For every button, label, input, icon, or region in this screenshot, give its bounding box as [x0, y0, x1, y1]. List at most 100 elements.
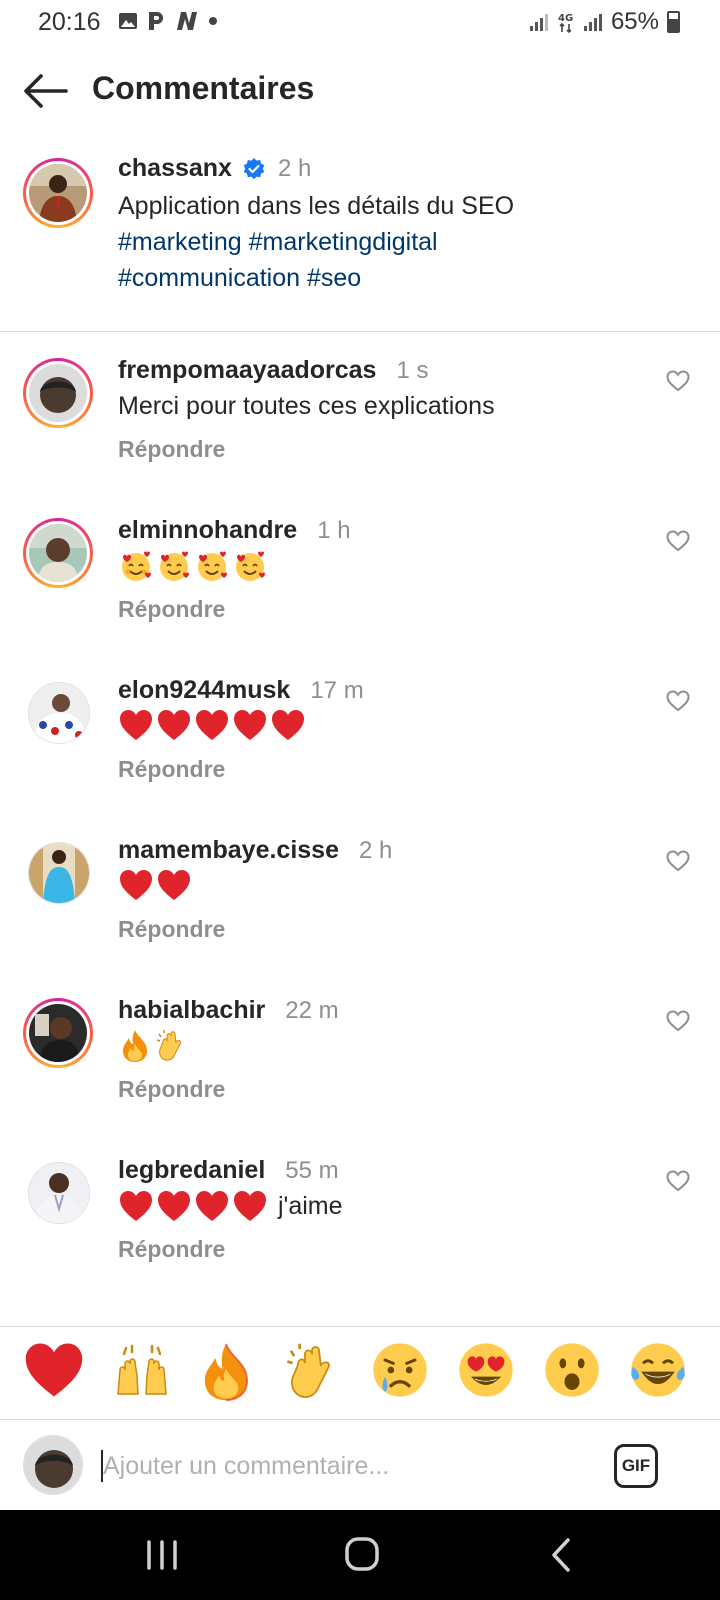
page-title: Commentaires	[92, 70, 315, 106]
red-heart-icon	[25, 1343, 83, 1397]
open-mouth-icon	[545, 1343, 599, 1397]
heart-outline-icon	[666, 850, 690, 872]
comment-item: legbredaniel 55 m j'aime Répondre	[0, 1136, 720, 1296]
smiling-face-with-hearts-icon	[122, 551, 151, 581]
emoji-group	[118, 1028, 188, 1064]
caption-username[interactable]: chassanx	[118, 154, 232, 183]
signal-icon	[529, 14, 548, 31]
comment-avatar[interactable]	[23, 518, 93, 588]
red-heart-icon	[196, 1191, 228, 1221]
smiling-face-with-hearts-icon	[160, 551, 189, 581]
4g-icon: 4G	[558, 13, 573, 33]
verified-badge-icon	[243, 157, 265, 179]
crying-face-icon	[373, 1343, 427, 1397]
p-app-icon	[149, 12, 163, 30]
emoji-clapping-hands-button[interactable]	[282, 1340, 346, 1404]
avatar-photo	[29, 164, 87, 222]
comment-time: 1 s	[396, 357, 429, 384]
arrow-left-icon	[24, 74, 68, 108]
comment-avatar[interactable]	[28, 1162, 90, 1224]
reply-button[interactable]: Répondre	[118, 436, 225, 463]
comment-avatar[interactable]	[23, 358, 93, 428]
chevron-left-icon	[552, 1538, 570, 1572]
reply-button[interactable]: Répondre	[118, 756, 225, 783]
emoji-raising-hands-button[interactable]	[110, 1340, 174, 1404]
comment-input[interactable]	[103, 1444, 583, 1488]
like-button[interactable]	[666, 1170, 692, 1194]
n-app-icon	[177, 12, 197, 30]
caption-text: Application dans les détails du SEO	[118, 192, 515, 220]
back-button[interactable]	[22, 72, 68, 110]
comment-time: 2 h	[358, 837, 393, 864]
comment-avatar[interactable]	[23, 998, 93, 1068]
home-button[interactable]	[332, 1530, 392, 1580]
gallery-icon	[119, 13, 137, 29]
emoji-tears-of-joy-button[interactable]	[628, 1340, 692, 1404]
like-button[interactable]	[666, 530, 692, 554]
comment-username[interactable]: habialbachir	[118, 996, 265, 1024]
comment-avatar[interactable]	[28, 682, 90, 744]
red-heart-icon	[234, 710, 266, 740]
home-icon	[345, 1537, 379, 1571]
header: Commentaires	[0, 60, 720, 122]
red-heart-icon	[196, 710, 228, 740]
comment-avatar[interactable]	[28, 842, 90, 904]
caption-avatar[interactable]	[23, 158, 93, 228]
red-heart-icon	[158, 710, 190, 740]
smiling-face-with-hearts-icon	[236, 551, 265, 581]
emoji-open-mouth-button[interactable]	[542, 1340, 606, 1404]
like-button[interactable]	[666, 1010, 692, 1034]
comment-text: j'aime	[278, 1192, 343, 1220]
emoji-group	[118, 708, 306, 742]
avatar-photo	[29, 364, 87, 422]
comment-item: mamembaye.cisse 2 h Répondre	[0, 816, 720, 976]
comment-username[interactable]: elon9244musk	[118, 676, 290, 704]
caption-hashtags-1[interactable]: #marketing #marketingdigital	[118, 224, 438, 260]
comment-username[interactable]: elminnohandre	[118, 516, 297, 544]
comment-time: 55 m	[285, 1157, 339, 1184]
like-button[interactable]	[666, 690, 692, 714]
comment-username[interactable]: frempomaayaadorcas	[118, 356, 376, 384]
reply-button[interactable]: Répondre	[118, 916, 225, 943]
comment-item: elon9244musk 17 m Répondre	[0, 656, 720, 816]
heart-outline-icon	[666, 690, 690, 712]
emoji-quick-bar	[0, 1340, 720, 1410]
divider	[0, 1326, 720, 1327]
signal-icon-2	[583, 14, 602, 31]
reply-button[interactable]: Répondre	[118, 596, 225, 623]
recents-button[interactable]	[132, 1530, 192, 1580]
system-back-button[interactable]	[532, 1530, 592, 1580]
red-heart-icon	[158, 1191, 190, 1221]
caption-hashtags-2[interactable]: #communication #seo	[118, 260, 361, 296]
like-button[interactable]	[666, 850, 692, 874]
reply-button[interactable]: Répondre	[118, 1076, 225, 1103]
avatar-photo	[29, 683, 89, 743]
like-button[interactable]	[666, 370, 692, 394]
comment-username[interactable]: legbredaniel	[118, 1156, 265, 1184]
own-avatar	[23, 1435, 83, 1495]
emoji-crying-face-button[interactable]	[370, 1340, 434, 1404]
comment-text: Merci pour toutes ces explications	[118, 392, 495, 420]
red-heart-icon	[158, 870, 190, 900]
emoji-fire-button[interactable]	[196, 1340, 260, 1404]
heart-outline-icon	[666, 1010, 690, 1032]
clapping-hands-icon	[286, 1343, 330, 1398]
status-time: 20:16	[38, 8, 101, 36]
comment-time: 22 m	[285, 997, 339, 1024]
heart-outline-icon	[666, 530, 690, 552]
red-heart-icon	[120, 870, 152, 900]
battery-percent: 65%	[610, 8, 659, 35]
emoji-red-heart-button[interactable]	[22, 1340, 86, 1404]
heart-outline-icon	[666, 370, 690, 392]
comment-username[interactable]: mamembaye.cisse	[118, 836, 339, 864]
fire-icon	[123, 1030, 147, 1062]
emoji-heart-eyes-button[interactable]	[456, 1340, 520, 1404]
emoji-group	[118, 548, 268, 584]
heart-outline-icon	[666, 1170, 690, 1192]
avatar-photo	[29, 1163, 89, 1223]
svg-text:4G: 4G	[558, 13, 573, 24]
recents-icon	[147, 1540, 177, 1570]
heart-eyes-icon	[459, 1343, 513, 1397]
gif-button[interactable]: GIF	[614, 1444, 658, 1488]
reply-button[interactable]: Répondre	[118, 1236, 225, 1263]
